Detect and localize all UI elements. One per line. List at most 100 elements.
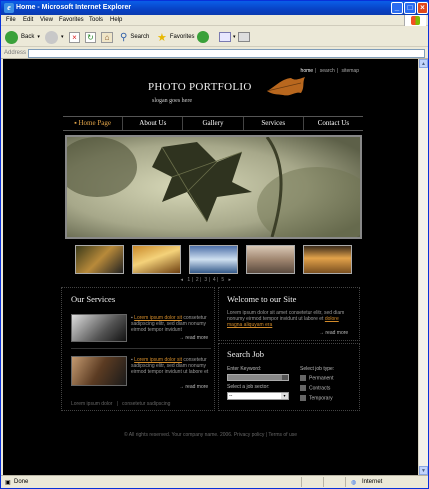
service-1-read-more[interactable]: → read more	[179, 335, 208, 341]
star-icon: ★	[157, 31, 167, 44]
services-foot-link-b[interactable]: consetetur sadipscing	[122, 401, 170, 407]
window-title: Home - Microsoft Internet Explorer	[16, 4, 132, 11]
back-arrow-icon	[5, 30, 18, 44]
menu-bar: File Edit View Favorites Tools Help	[1, 15, 428, 26]
checkbox[interactable]	[300, 395, 306, 401]
pager-prev-icon[interactable]: ◂	[181, 277, 184, 283]
keyword-input[interactable]	[227, 374, 289, 381]
address-bar: Address	[1, 48, 428, 59]
thumbnail-3[interactable]	[189, 245, 238, 274]
job-type-contracts[interactable]: Contracts	[300, 385, 330, 391]
divider	[71, 348, 211, 349]
service-2-read-more[interactable]: → read more	[179, 384, 208, 390]
scroll-down-icon[interactable]: ▼	[419, 466, 428, 475]
refresh-button[interactable]: ↻	[85, 30, 96, 44]
home-button[interactable]: ⌂	[101, 30, 113, 44]
forward-arrow-icon	[45, 30, 58, 44]
toplink-search[interactable]: search	[320, 68, 335, 74]
pager-page[interactable]: 5	[221, 277, 224, 283]
search-job-panel: Search Job Enter Keyword: Select a job s…	[218, 343, 360, 411]
divider	[345, 477, 346, 487]
menu-help[interactable]: Help	[110, 17, 122, 23]
dropdown-arrow-icon: ▾	[281, 393, 288, 399]
forward-button[interactable]: ▾	[45, 30, 64, 44]
thumbnail-pager: ◂ 1 | 2 | 3 | 4 | 5 ▸	[180, 277, 232, 283]
print-button[interactable]	[238, 30, 250, 44]
menu-view[interactable]: View	[40, 17, 53, 23]
internet-globe-icon: ◍	[351, 480, 357, 486]
sector-value: --	[229, 393, 233, 399]
back-button[interactable]: Back ▾	[5, 30, 40, 44]
welcome-text: Lorem ipsum dolor sit amet consetetur el…	[227, 310, 345, 328]
nav-gallery[interactable]: Gallery	[183, 117, 244, 130]
home-icon: ⌂	[101, 31, 113, 43]
minimize-button[interactable]: _	[391, 2, 403, 14]
menu-edit[interactable]: Edit	[23, 17, 33, 23]
refresh-icon: ↻	[85, 31, 96, 43]
job-type-permanent[interactable]: Permanent	[300, 375, 333, 381]
history-icon	[197, 31, 209, 43]
menu-tools[interactable]: Tools	[89, 17, 103, 23]
site-slogan: slogan goes here	[152, 98, 192, 104]
checkbox[interactable]	[300, 375, 306, 381]
welcome-read-more[interactable]: → read more	[319, 330, 348, 336]
page-viewport: home | search | sitemap PHOTO PORTFOLIO sl…	[3, 59, 418, 475]
thumbnail-1[interactable]	[75, 245, 124, 274]
thumbnail-5[interactable]	[303, 245, 352, 274]
top-links: home | search | sitemap	[300, 68, 359, 74]
stop-button[interactable]: ×	[69, 30, 80, 44]
job-type-temporary[interactable]: Temporary	[300, 395, 333, 401]
services-foot-link-a[interactable]: Lorem ipsum dolor	[71, 401, 112, 407]
divider	[301, 477, 302, 487]
photographer-photo	[71, 356, 127, 386]
vertical-scrollbar[interactable]: ▲ ▼	[418, 59, 428, 475]
page-footer: © All rights reserved. Your company name…	[123, 432, 298, 438]
mail-button[interactable]: ▾	[219, 30, 236, 44]
history-button[interactable]	[197, 30, 209, 44]
address-label: Address	[4, 50, 27, 56]
address-input[interactable]	[28, 49, 425, 58]
print-icon	[238, 32, 250, 42]
status-zone: Internet	[362, 479, 383, 485]
nav-contact-us[interactable]: Contact Us	[304, 117, 363, 130]
pager-page[interactable]: 4	[213, 277, 216, 283]
divider	[323, 477, 324, 487]
toplink-sitemap[interactable]: sitemap	[341, 68, 359, 74]
close-button[interactable]: ×	[417, 2, 428, 14]
pager-page[interactable]: 1	[187, 277, 190, 283]
checkbox[interactable]	[300, 385, 306, 391]
sector-select[interactable]: -- ▾	[227, 392, 289, 400]
nav-services[interactable]: Services	[244, 117, 304, 130]
thumbnail-2[interactable]	[132, 245, 181, 274]
thumbnail-strip	[75, 245, 355, 275]
pager-page[interactable]: 3	[204, 277, 207, 283]
scroll-up-icon[interactable]: ▲	[419, 59, 428, 68]
menu-file[interactable]: File	[6, 17, 16, 23]
title-bar[interactable]: e Home - Microsoft Internet Explorer _ □…	[1, 1, 428, 15]
main-nav: ▪ Home Page About Us Gallery Services Co…	[63, 116, 363, 131]
nav-home-page[interactable]: ▪ Home Page	[63, 117, 124, 130]
toplink-home[interactable]: home	[301, 68, 314, 74]
welcome-panel: Welcome to our Site Lorem ipsum dolor si…	[218, 287, 360, 341]
site-logo-text[interactable]: PHOTO PORTFOLIO	[148, 81, 252, 93]
status-text: Done	[14, 479, 29, 485]
welcome-title: Welcome to our Site	[227, 294, 297, 304]
status-done-icon: ▣	[5, 480, 11, 486]
menu-favorites[interactable]: Favorites	[59, 17, 84, 23]
services-title: Our Services	[71, 294, 116, 304]
search-button[interactable]: ⚲ Search	[120, 30, 149, 44]
pager-page[interactable]: 2	[196, 277, 199, 283]
maximize-button[interactable]: □	[404, 2, 416, 14]
pager-next-icon[interactable]: ▸	[229, 277, 232, 283]
nav-about-us[interactable]: About Us	[123, 117, 184, 130]
ie-icon: e	[4, 3, 14, 13]
mail-icon	[219, 32, 231, 42]
favorites-button[interactable]: ★ Favorites	[157, 30, 195, 44]
service-2-text: ▪ Lorem ipsum dolor sit consetetur sadip…	[131, 357, 209, 375]
thumbnail-4[interactable]	[246, 245, 295, 274]
services-panel: Our Services ▪ Lorem ipsum dolor sit con…	[61, 287, 215, 411]
search-job-title: Search Job	[227, 349, 265, 359]
toolbar: Back ▾ ▾ × ↻ ⌂ ⚲ Search ★ Favorites ▾	[1, 27, 428, 47]
camera-photo	[71, 314, 127, 342]
job-type-label: Select job type:	[300, 366, 335, 372]
